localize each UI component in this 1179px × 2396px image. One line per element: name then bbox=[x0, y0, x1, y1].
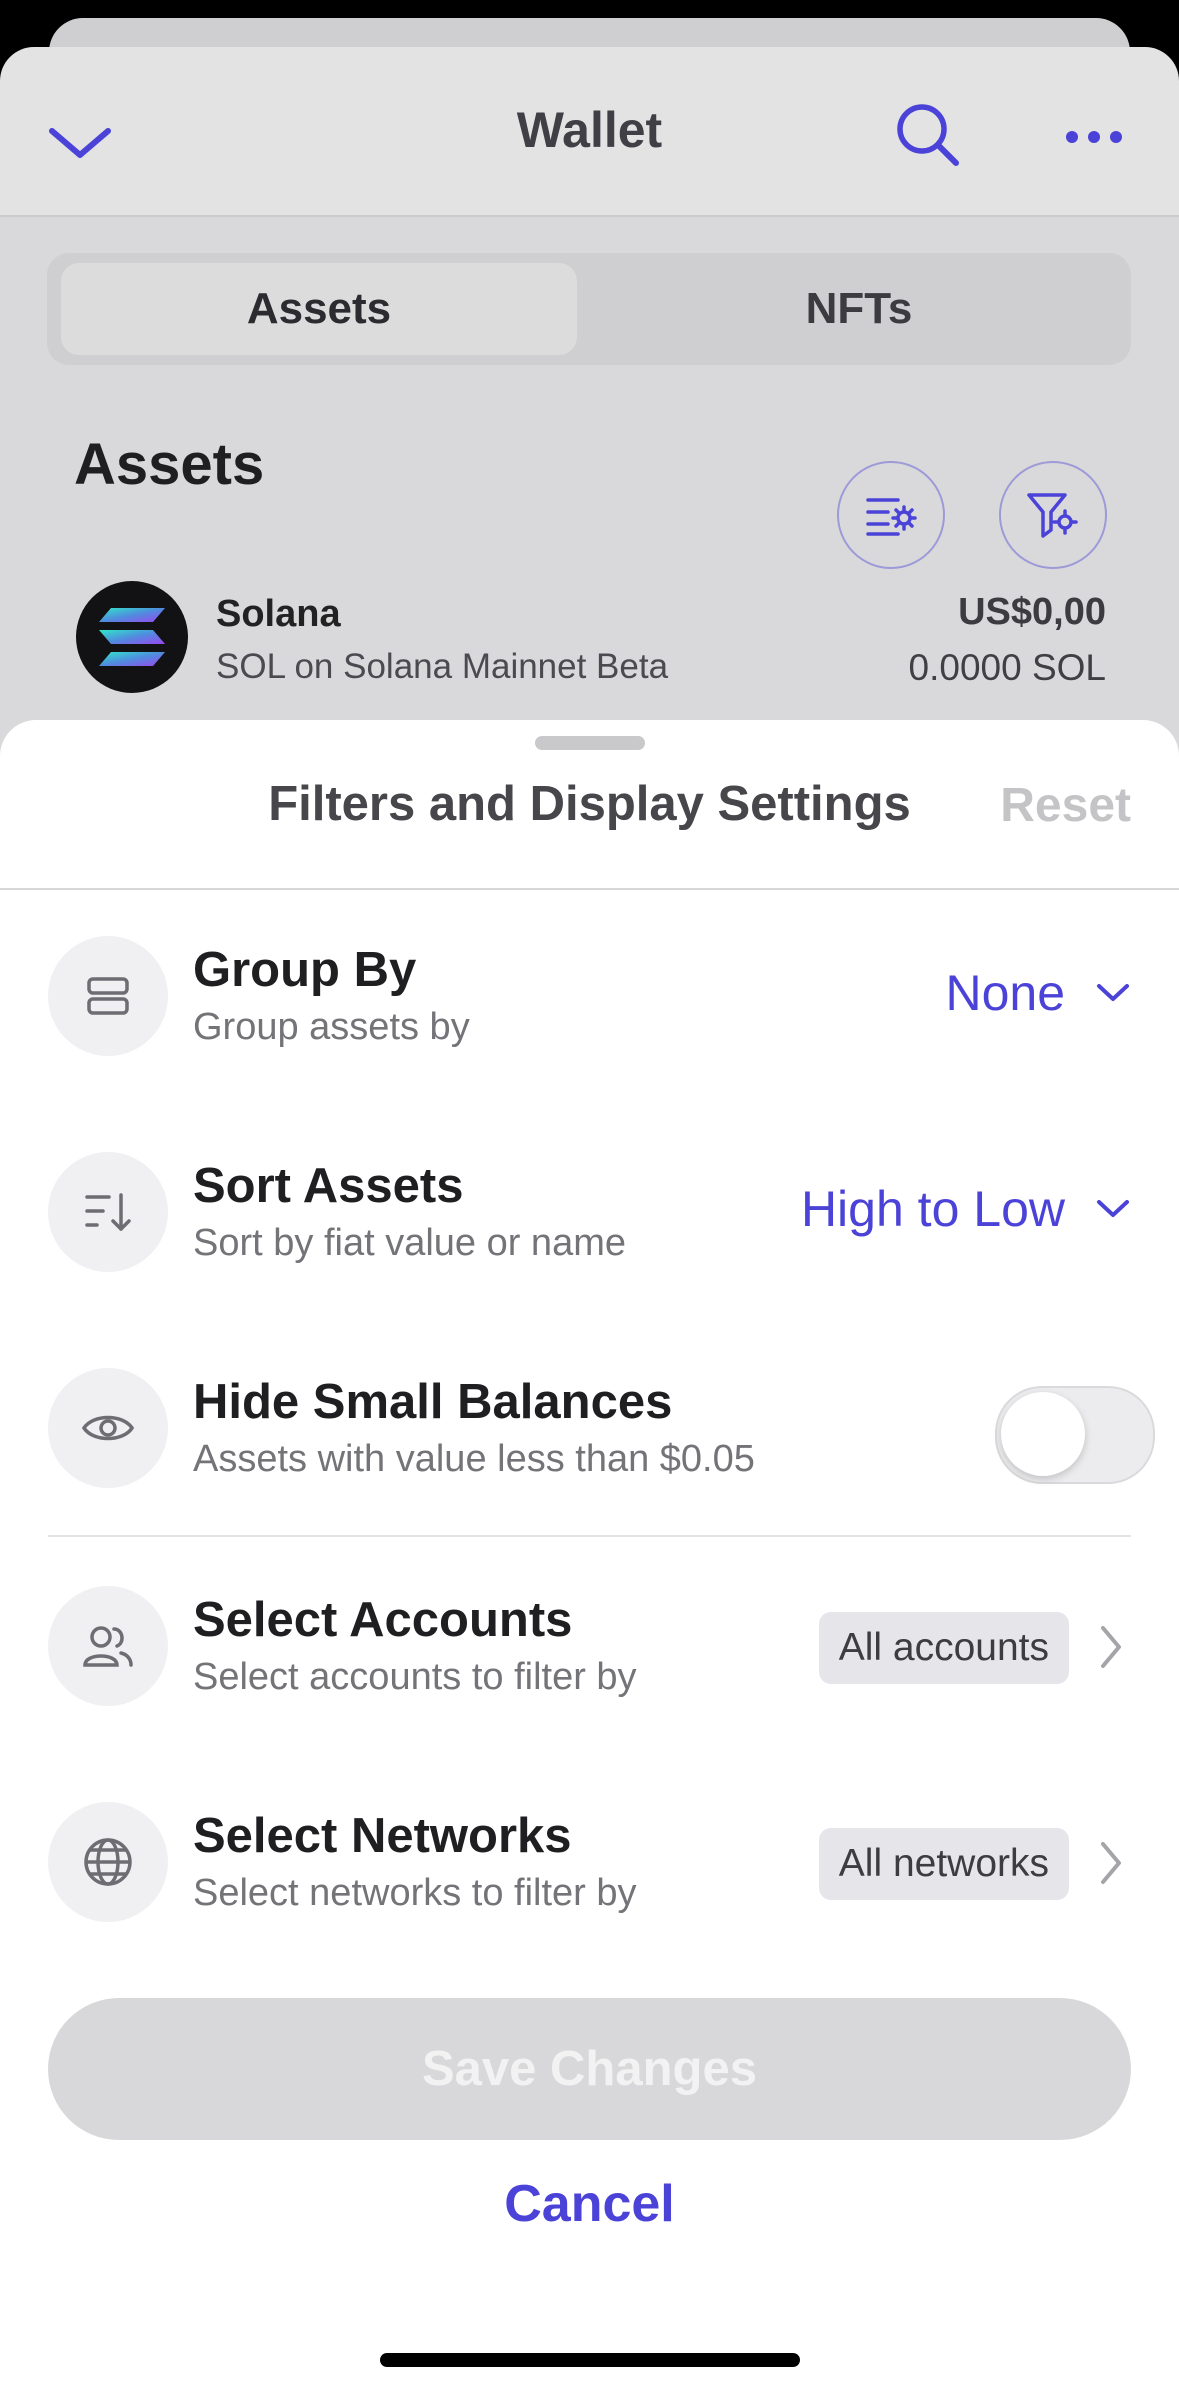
assets-heading: Assets bbox=[74, 432, 265, 497]
users-icon bbox=[48, 1586, 168, 1706]
divider bbox=[0, 888, 1179, 890]
group-by-row: Group By Group assets by None bbox=[48, 936, 1131, 1058]
sort-assets-label: Sort Assets bbox=[193, 1159, 464, 1213]
group-by-value: None bbox=[945, 965, 1065, 1021]
hide-small-balances-row: Hide Small Balances Assets with value le… bbox=[48, 1368, 1155, 1490]
chevron-down-icon bbox=[1097, 1200, 1129, 1217]
tab-nfts[interactable]: NFTs bbox=[601, 263, 1117, 355]
select-accounts-row[interactable]: Select Accounts Select accounts to filte… bbox=[48, 1586, 1131, 1708]
asset-name: Solana bbox=[216, 593, 341, 635]
select-networks-description: Select networks to filter by bbox=[193, 1872, 637, 1914]
tab-assets[interactable]: Assets bbox=[61, 263, 577, 355]
eye-icon bbox=[48, 1368, 168, 1488]
sort-assets-row: Sort Assets Sort by fiat value or name H… bbox=[48, 1152, 1131, 1274]
group-by-label: Group By bbox=[193, 943, 417, 997]
chevron-right-icon bbox=[1101, 1842, 1121, 1884]
hide-small-balances-label: Hide Small Balances bbox=[193, 1375, 673, 1429]
page-title: Wallet bbox=[516, 102, 663, 158]
asset-fiat-value: US$0,00 bbox=[958, 591, 1106, 633]
accounts-chip: All accounts bbox=[818, 1612, 1069, 1684]
sort-dropdown[interactable]: High to Low bbox=[801, 1180, 1131, 1238]
solana-logo bbox=[76, 581, 188, 693]
save-changes-button[interactable]: Save Changes bbox=[48, 1998, 1131, 2140]
group-by-dropdown[interactable]: None bbox=[945, 964, 1131, 1022]
filters-sheet: Filters and Display Settings Reset Group… bbox=[0, 720, 1179, 2396]
segmented-control: Assets NFTs bbox=[47, 253, 1131, 365]
filter-settings-button[interactable] bbox=[999, 461, 1107, 569]
toggle-knob bbox=[1001, 1392, 1085, 1476]
asset-row-solana[interactable]: Solana SOL on Solana Mainnet Beta US$0,0… bbox=[74, 575, 1106, 695]
divider bbox=[48, 1535, 1131, 1537]
search-icon[interactable] bbox=[888, 95, 968, 175]
chevron-down-icon bbox=[1097, 984, 1129, 1001]
cancel-button[interactable]: Cancel bbox=[0, 2174, 1179, 2234]
display-settings-button[interactable] bbox=[837, 461, 945, 569]
hide-small-balances-toggle[interactable] bbox=[995, 1386, 1155, 1484]
select-accounts-description: Select accounts to filter by bbox=[193, 1656, 637, 1698]
sort-value: High to Low bbox=[800, 1181, 1065, 1237]
hide-small-balances-description: Assets with value less than $0.05 bbox=[193, 1438, 755, 1480]
select-networks-label: Select Networks bbox=[193, 1809, 572, 1863]
select-networks-row[interactable]: Select Networks Select networks to filte… bbox=[48, 1802, 1131, 1924]
sheet-footer: Save Changes Cancel bbox=[0, 1956, 1179, 2396]
group-by-description: Group assets by bbox=[193, 1006, 470, 1048]
reset-button[interactable]: Reset bbox=[1000, 778, 1131, 833]
globe-icon bbox=[48, 1802, 168, 1922]
top-bar: Wallet bbox=[0, 47, 1179, 217]
home-indicator bbox=[380, 2353, 800, 2367]
list-settings-icon bbox=[866, 498, 917, 536]
chevron-right-icon bbox=[1101, 1626, 1121, 1668]
group-icon bbox=[48, 936, 168, 1056]
sheet-grabber[interactable] bbox=[535, 736, 645, 750]
sort-assets-description: Sort by fiat value or name bbox=[193, 1222, 626, 1264]
sort-icon bbox=[48, 1152, 168, 1272]
networks-chip: All networks bbox=[818, 1828, 1069, 1900]
more-options-icon[interactable] bbox=[1054, 97, 1134, 177]
asset-network: SOL on Solana Mainnet Beta bbox=[216, 647, 669, 686]
asset-amount: 0.0000 SOL bbox=[908, 647, 1106, 688]
select-accounts-label: Select Accounts bbox=[193, 1593, 573, 1647]
filter-settings-icon bbox=[1027, 493, 1078, 538]
